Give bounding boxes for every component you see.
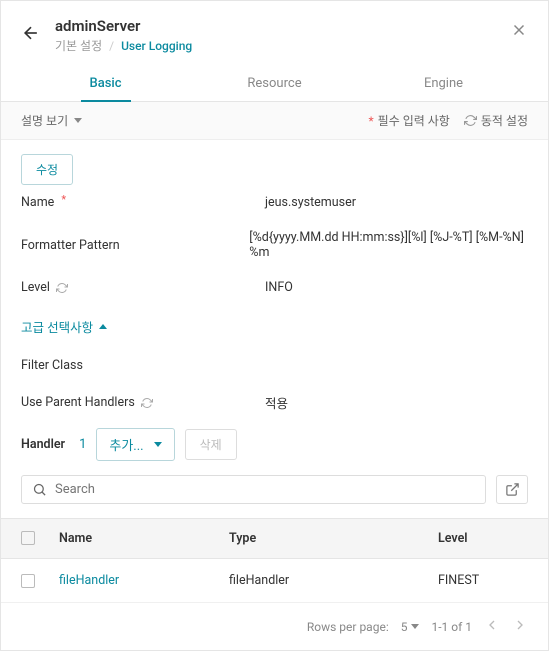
field-filter-class: Filter Class	[21, 348, 528, 383]
edit-button[interactable]: 수정	[21, 154, 73, 185]
search-box[interactable]	[21, 475, 486, 504]
col-level-header[interactable]: Level	[438, 531, 528, 546]
handler-table: Name Type Level fileHandler fileHandler …	[1, 518, 548, 603]
col-type-header[interactable]: Type	[229, 531, 438, 546]
page-size-value: 5	[401, 620, 408, 634]
field-formatter: Formatter Pattern [%d{yyyy.MM.dd HH:mm:s…	[21, 220, 528, 270]
filter-label: Filter Class	[21, 358, 83, 373]
breadcrumb-root[interactable]: 기본 설정	[55, 39, 102, 53]
arrow-left-icon	[21, 23, 41, 43]
advanced-label: 고급 선택사항	[21, 317, 93, 336]
handler-count: 1	[79, 437, 86, 452]
required-asterisk-icon: *	[368, 114, 373, 128]
delete-handler-button[interactable]: 삭제	[185, 429, 237, 460]
back-button[interactable]	[21, 17, 41, 47]
next-page-button[interactable]	[512, 617, 528, 636]
close-icon	[510, 21, 528, 39]
external-link-icon	[505, 482, 520, 497]
prev-page-button[interactable]	[484, 617, 500, 636]
view-description-toggle[interactable]: 설명 보기	[21, 112, 82, 129]
col-name-header[interactable]: Name	[59, 531, 229, 546]
view-toggle-label: 설명 보기	[21, 112, 68, 129]
chevron-right-icon	[512, 617, 528, 633]
rows-per-page-label: Rows per page:	[307, 620, 389, 634]
search-input[interactable]	[55, 482, 475, 497]
tab-resource[interactable]: Resource	[190, 66, 359, 101]
breadcrumb-current: User Logging	[121, 39, 192, 53]
chevron-down-icon	[74, 118, 82, 123]
select-all-checkbox[interactable]	[21, 531, 35, 545]
level-label: Level	[21, 280, 50, 295]
chevron-down-icon	[154, 442, 162, 447]
add-handler-button[interactable]: 추가...	[96, 428, 174, 461]
field-parent-handlers: Use Parent Handlers 적용	[21, 383, 528, 422]
field-level: Level INFO	[21, 270, 528, 305]
row-type: fileHandler	[229, 573, 438, 588]
page-title: adminServer	[55, 17, 496, 35]
view-options-bar: 설명 보기 * 필수 입력 사항 동적 설정	[1, 102, 548, 140]
panel-header: adminServer 기본 설정 / User Logging	[1, 1, 548, 66]
name-label: Name	[21, 195, 54, 210]
handler-toolbar: Handler 1 추가... 삭제	[21, 422, 528, 475]
dynamic-legend: 동적 설정	[481, 112, 528, 129]
breadcrumb: 기본 설정 / User Logging	[55, 37, 496, 54]
required-legend: 필수 입력 사항	[378, 112, 450, 129]
tab-engine[interactable]: Engine	[359, 66, 528, 101]
page-range: 1-1 of 1	[431, 620, 472, 634]
row-name-link[interactable]: fileHandler	[59, 573, 119, 588]
field-name: Name * jeus.systemuser	[21, 185, 528, 220]
required-icon: *	[61, 193, 66, 206]
tab-basic[interactable]: Basic	[21, 66, 190, 101]
refresh-icon	[56, 282, 68, 294]
tab-bar: Basic Resource Engine	[1, 66, 548, 102]
parent-label: Use Parent Handlers	[21, 395, 135, 410]
close-button[interactable]	[510, 17, 528, 43]
rows-per-page-select[interactable]: 5	[401, 620, 420, 634]
breadcrumb-separator: /	[109, 39, 114, 53]
refresh-icon	[141, 397, 153, 409]
table-row: fileHandler fileHandler FINEST	[1, 559, 548, 603]
refresh-icon	[464, 114, 477, 127]
open-external-button[interactable]	[496, 475, 528, 504]
row-checkbox[interactable]	[21, 574, 35, 588]
search-icon	[32, 482, 47, 497]
chevron-left-icon	[484, 617, 500, 633]
table-header: Name Type Level	[1, 518, 548, 559]
formatter-label: Formatter Pattern	[21, 238, 120, 253]
handler-label: Handler	[21, 437, 65, 452]
level-value: INFO	[265, 280, 293, 295]
parent-value: 적용	[265, 393, 288, 412]
row-level: FINEST	[438, 573, 528, 588]
name-value: jeus.systemuser	[265, 195, 356, 210]
add-label: 추가...	[109, 435, 143, 454]
chevron-up-icon	[99, 324, 107, 329]
header-info: adminServer 기본 설정 / User Logging	[55, 17, 496, 54]
advanced-toggle[interactable]: 고급 선택사항	[21, 305, 107, 348]
pagination: Rows per page: 5 1-1 of 1	[1, 603, 548, 650]
form-panel: 수정 Name * jeus.systemuser Formatter Patte…	[1, 140, 548, 475]
search-row	[1, 475, 548, 518]
formatter-value: [%d{yyyy.MM.dd HH:mm:ss}][%l] [%J-%T] [%…	[249, 230, 528, 260]
